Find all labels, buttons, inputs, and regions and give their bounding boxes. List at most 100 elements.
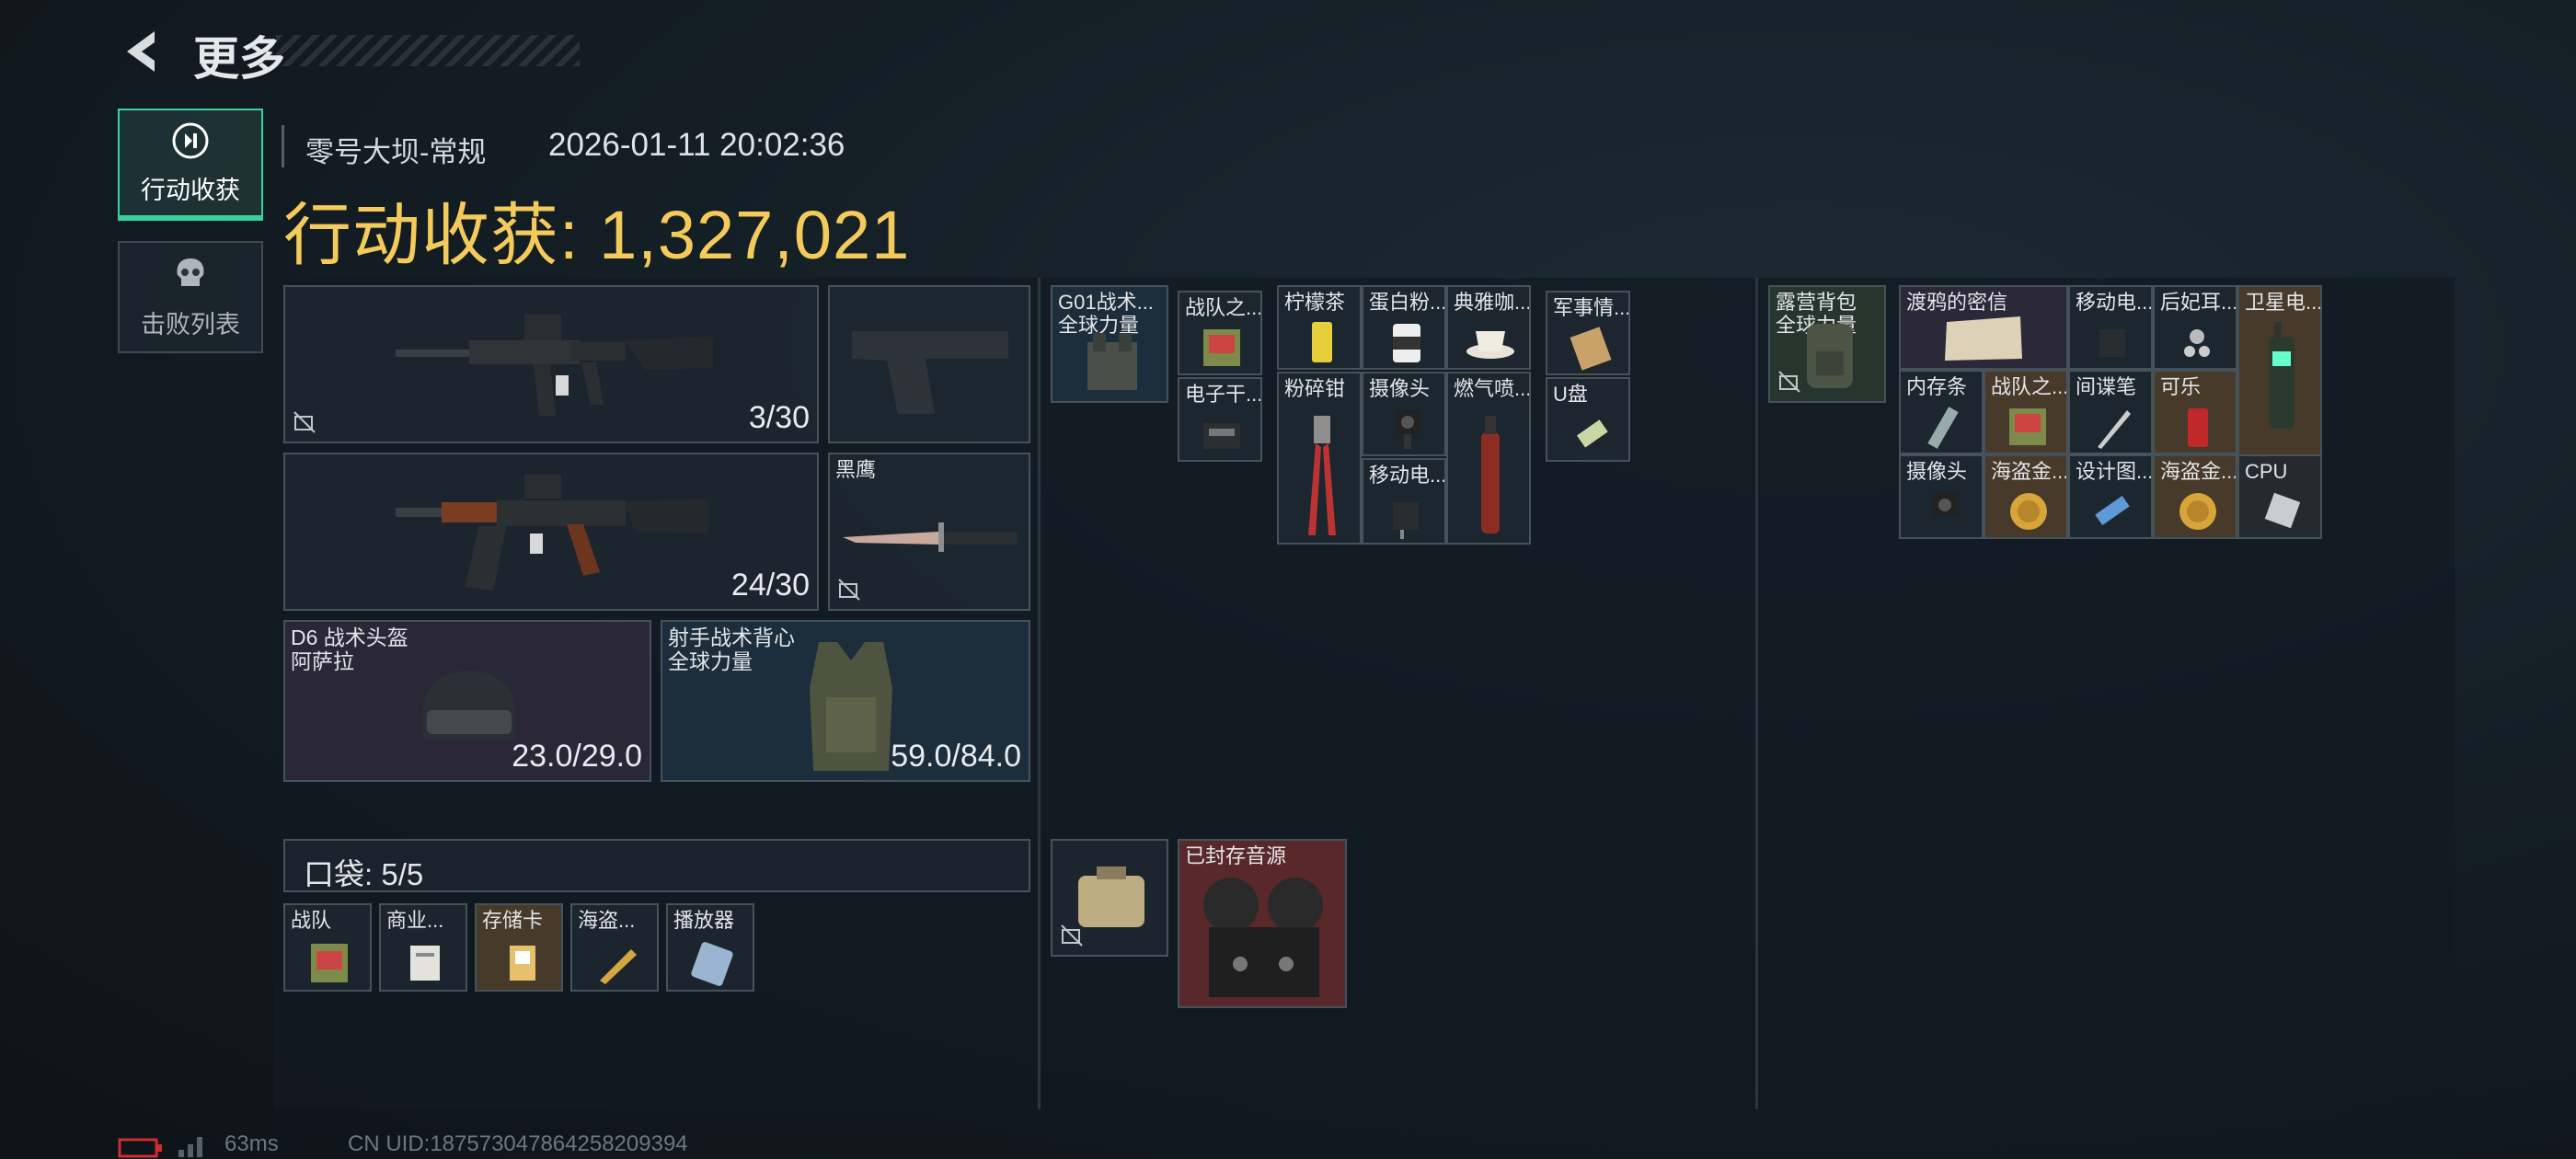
secondary-weapon-slot[interactable]: 24/30 <box>283 453 819 611</box>
drink-can-icon <box>1312 322 1332 362</box>
panel-divider <box>1038 278 1041 1109</box>
not-insured-icon <box>1778 371 1800 393</box>
electronic-device-icon <box>1203 423 1240 449</box>
raid-datetime: 2026-01-11 20:02:36 <box>548 127 845 163</box>
spy-pen-icon <box>2098 410 2131 449</box>
item-name: 可乐 <box>2160 375 2202 398</box>
earring-icon <box>2184 329 2210 357</box>
item-name: 存储卡 <box>482 909 544 932</box>
item-name: 射手战术背心 全球力量 <box>668 625 795 674</box>
not-insured-icon <box>1061 924 1083 947</box>
primary-weapon-slot[interactable]: 3/30 <box>283 285 819 443</box>
backpack-item[interactable]: 摄像头 <box>1899 454 1984 539</box>
cpu-chip-icon <box>2264 492 2301 529</box>
pistol-silhouette-icon <box>852 331 1008 414</box>
rig-item[interactable]: 柠檬茶 <box>1277 285 1362 370</box>
pocket-item[interactable]: 战队 <box>283 903 372 992</box>
ak-rifle-icon <box>396 475 708 591</box>
battery-low-icon <box>118 1138 162 1158</box>
pocket-item[interactable]: 存储卡 <box>475 903 563 992</box>
item-name: 电子干... <box>1185 383 1262 406</box>
backpack-item[interactable]: 海盗金... <box>2153 454 2237 539</box>
pirate-coin-icon <box>2179 493 2216 530</box>
rig-item[interactable]: 移动电... <box>1362 458 1446 545</box>
tab-kill-list[interactable]: 击败列表 <box>118 241 263 353</box>
rig-item[interactable]: 摄像头 <box>1362 372 1446 456</box>
not-insured-icon <box>293 411 316 433</box>
item-name: 卫星电... <box>2245 291 2322 314</box>
vest-icon <box>810 642 892 771</box>
backpack-item[interactable]: CPU <box>2237 454 2322 539</box>
protein-powder-icon <box>1393 324 1420 362</box>
backpack-item[interactable]: 间谍笔 <box>2068 370 2153 454</box>
rig-item[interactable]: U盘 <box>1546 377 1630 462</box>
item-name: 间谍笔 <box>2076 375 2137 398</box>
pen-icon <box>600 949 637 984</box>
case-item[interactable]: 已封存音源 <box>1178 839 1347 1008</box>
memory-stick-icon <box>1927 407 1959 449</box>
rig-item[interactable]: 电子干... <box>1178 377 1262 462</box>
pocket-item[interactable]: 播放器 <box>666 903 754 992</box>
item-name: 军事情... <box>1553 296 1630 319</box>
total-loot-value: 行动收获: 1,327,021 <box>283 197 911 273</box>
rig-item[interactable]: 典雅咖... <box>1446 285 1531 370</box>
backpack-item[interactable]: 战队之... <box>1984 370 2068 454</box>
knife-icon <box>843 522 1018 552</box>
tab-label: 行动收获 <box>141 176 240 204</box>
backpack-item[interactable]: 移动电... <box>2068 285 2153 370</box>
durability: 23.0/29.0 <box>512 739 642 774</box>
document-icon <box>410 946 440 981</box>
armor-slot[interactable]: 射手战术背心 全球力量 59.0/84.0 <box>661 620 1030 782</box>
rig-item[interactable]: 蛋白粉... <box>1362 285 1446 370</box>
item-name: 摄像头 <box>1369 377 1431 400</box>
item-name: 播放器 <box>673 909 735 932</box>
back-arrow-icon[interactable] <box>118 26 169 77</box>
power-bank-icon <box>2099 329 2125 357</box>
rig-item[interactable]: 军事情... <box>1546 291 1630 375</box>
rig-item[interactable]: 战队之... <box>1178 291 1262 375</box>
letter-icon <box>1945 316 2022 361</box>
pocket-header: 口袋: 5/5 <box>283 839 1030 892</box>
page-title: 更多 <box>193 33 285 85</box>
backpack-item[interactable]: 可乐 <box>2153 370 2237 454</box>
signal-strength-icon <box>178 1137 202 1157</box>
power-bank-icon <box>1393 502 1419 539</box>
pocket-item[interactable]: 商业... <box>379 903 467 992</box>
melee-slot[interactable]: 黑鹰 <box>828 453 1030 611</box>
rig-item[interactable]: 燃气喷... <box>1446 372 1531 545</box>
item-name: D6 战术头盔 阿萨拉 <box>291 625 408 674</box>
backpack-slot[interactable]: 露营背包 全球力量 <box>1768 285 1886 403</box>
item-name: 海盗... <box>578 909 636 932</box>
backpack-item[interactable]: 设计图... <box>2068 454 2153 539</box>
item-name: U盘 <box>1553 383 1588 406</box>
item-name: 海盗金... <box>1991 460 2068 483</box>
item-name: 移动电... <box>2076 291 2153 314</box>
card-pack-icon <box>2009 408 2046 445</box>
backpack-item[interactable]: 渡鸦的密信 <box>1899 285 2068 370</box>
gas-spray-icon <box>1481 416 1500 534</box>
item-name: 内存条 <box>1906 375 1968 398</box>
tab-loot[interactable]: 行动收获 <box>118 109 263 221</box>
coffee-cup-icon <box>1466 331 1514 359</box>
item-name: 燃气喷... <box>1454 377 1531 400</box>
helmet-slot[interactable]: D6 战术头盔 阿萨拉 23.0/29.0 <box>283 620 651 782</box>
blueprint-icon <box>2095 495 2130 526</box>
pistol-slot[interactable] <box>828 285 1030 443</box>
backpack-item[interactable]: 后妃耳... <box>2153 285 2237 370</box>
rig-item[interactable]: 粉碎钳 <box>1277 372 1362 545</box>
pocket-label: 口袋: 5/5 <box>304 857 424 891</box>
item-name: 战队之... <box>1185 296 1262 319</box>
item-name: 粉碎钳 <box>1284 377 1346 400</box>
item-name: 已封存音源 <box>1185 844 1287 867</box>
backpack-item[interactable]: 海盗金... <box>1984 454 2068 539</box>
secure-case-icon <box>1078 866 1144 927</box>
reel-recorder-icon <box>1203 878 1323 997</box>
durability: 59.0/84.0 <box>891 739 1021 774</box>
pocket-item[interactable]: 海盗... <box>570 903 659 992</box>
backpack-item[interactable]: 内存条 <box>1899 370 1984 454</box>
camera-icon <box>1395 410 1420 449</box>
secure-case-slot[interactable] <box>1051 839 1168 957</box>
chest-rig-icon <box>1087 333 1137 390</box>
cola-can-icon <box>2188 408 2208 447</box>
chest-rig-slot[interactable]: G01战术... 全球力量 <box>1051 285 1168 403</box>
